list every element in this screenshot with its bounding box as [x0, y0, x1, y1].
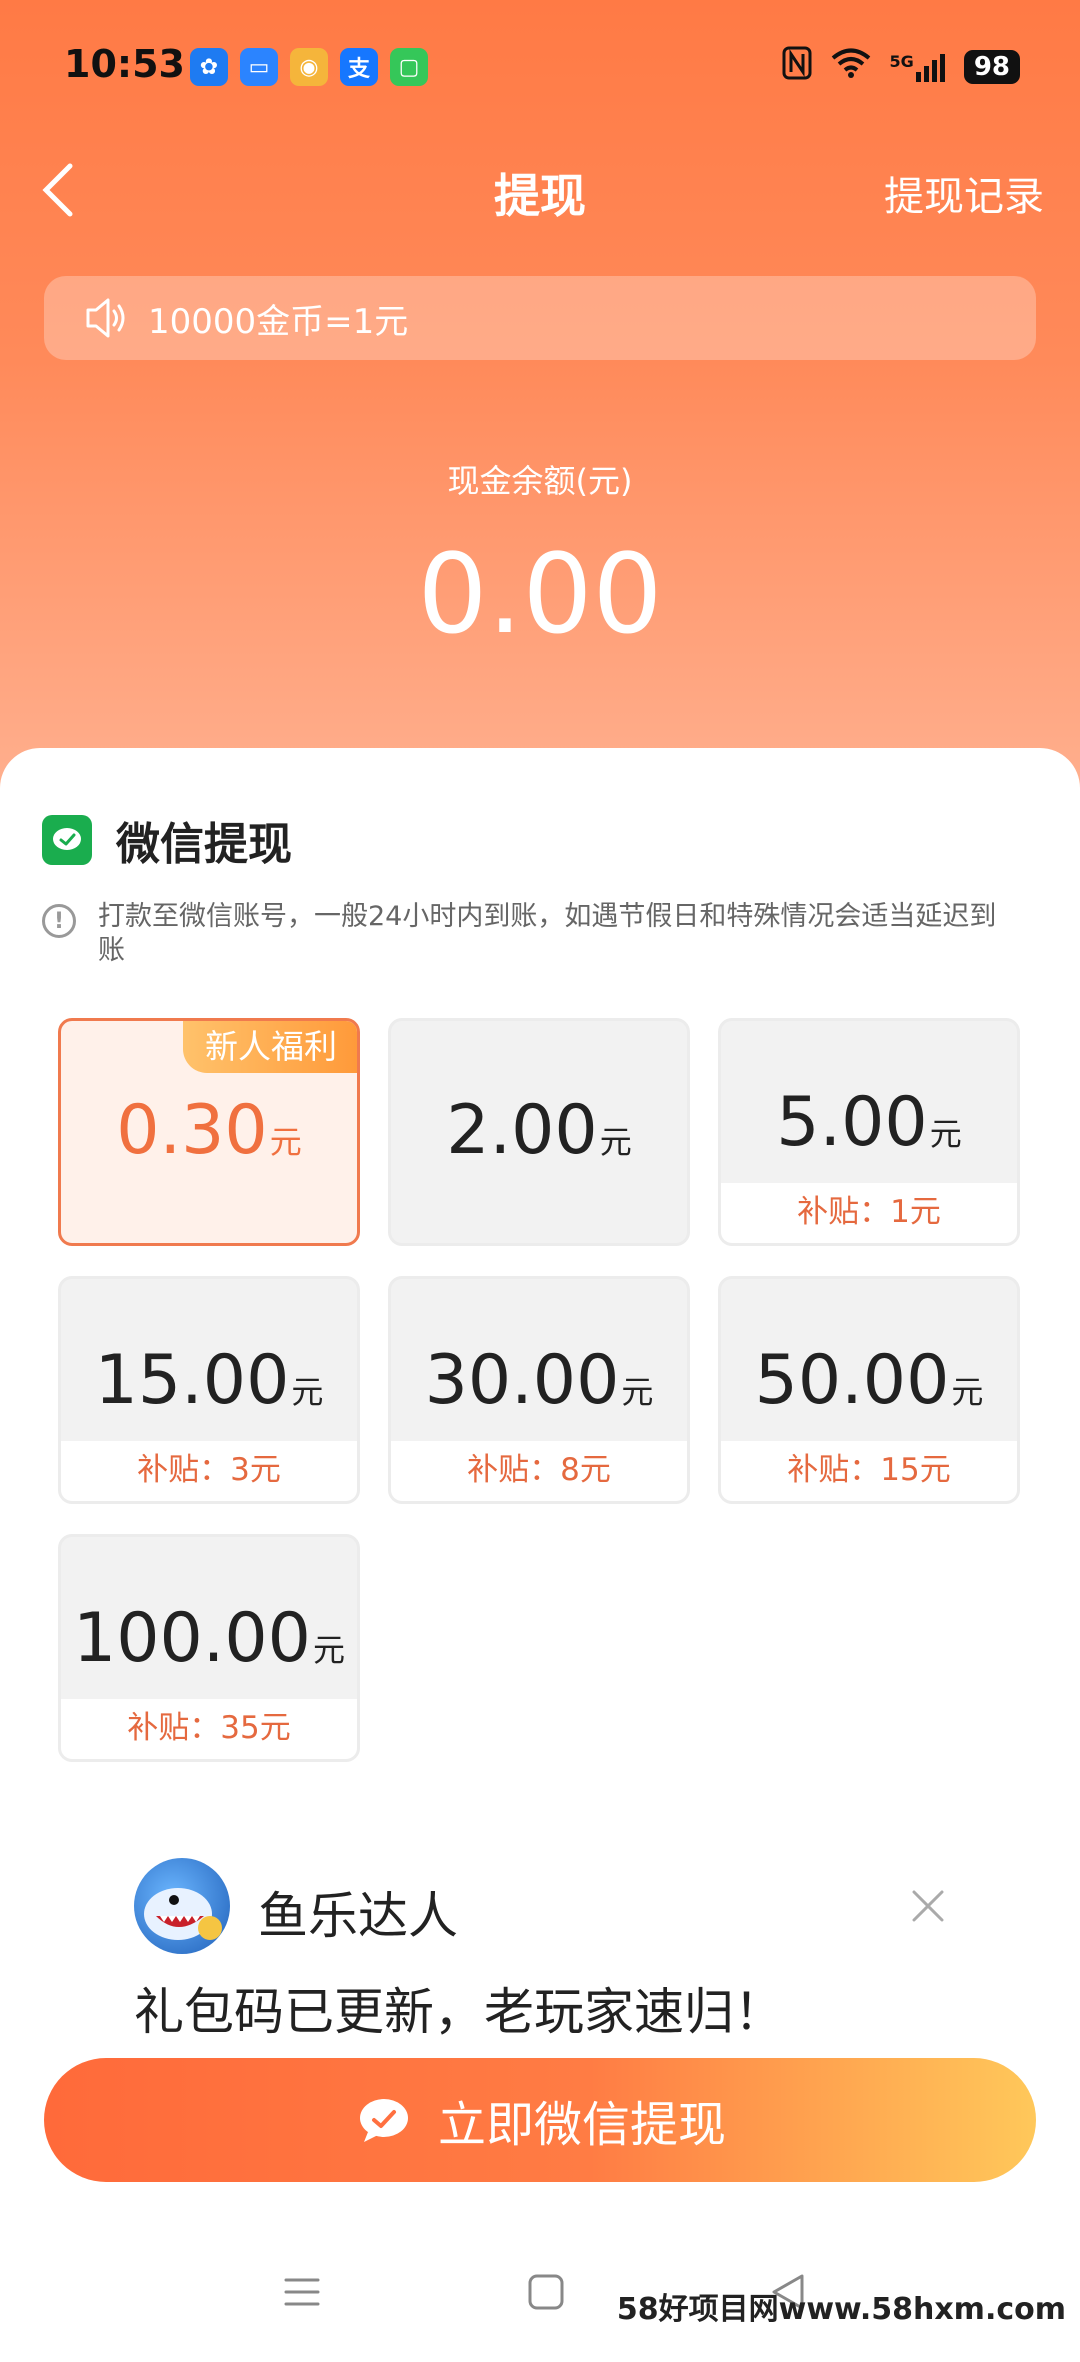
alipay-app-icon: 支	[340, 48, 378, 86]
home-square-icon	[528, 2274, 564, 2310]
subsidy-label: 补贴：8元	[391, 1441, 687, 1501]
wechat-icon	[42, 815, 92, 865]
wechat-withdraw-header: 微信提现	[42, 808, 292, 872]
network-type: 5G	[889, 52, 914, 71]
amount-option[interactable]: 50.00元补贴：15元	[718, 1276, 1020, 1504]
amount-option[interactable]: 30.00元补贴：8元	[388, 1276, 690, 1504]
amount-number: 2.00	[446, 1091, 598, 1170]
amount-option[interactable]: 15.00元补贴：3元	[58, 1276, 360, 1504]
subsidy-label: 补贴：3元	[61, 1441, 357, 1501]
speaker-icon	[86, 298, 125, 338]
info-icon: !	[42, 904, 76, 938]
amount-number: 100.00	[73, 1599, 311, 1678]
status-time: 10:53	[64, 42, 185, 86]
amount-value: 100.00元	[61, 1599, 357, 1678]
amount-number: 15.00	[94, 1341, 290, 1420]
amount-unit: 元	[951, 1373, 984, 1411]
new-user-badge: 新人福利	[183, 1021, 357, 1073]
amount-value: 50.00元	[721, 1341, 1017, 1420]
withdraw-panel: 微信提现 ! 打款至微信账号，一般24小时内到账，如遇节假日和特殊情况会适当延迟…	[0, 748, 1080, 2362]
amount-number: 5.00	[776, 1083, 928, 1162]
withdraw-tip-text: 打款至微信账号，一般24小时内到账，如遇节假日和特殊情况会适当延迟到账	[98, 901, 997, 966]
pinwheel-app-icon: ✿	[190, 48, 228, 86]
exchange-rate-notice: 10000金币=1元	[44, 276, 1036, 360]
wifi-icon	[830, 47, 872, 87]
amount-value: 2.00元	[391, 1091, 687, 1170]
amount-option[interactable]: 5.00元补贴：1元	[718, 1018, 1020, 1246]
status-bar: 10:53 ✿ ▭ ◉ 支 ▢ 5G 98	[0, 40, 1080, 90]
amount-option[interactable]: 新人福利 0.30元	[58, 1018, 360, 1246]
cellular-signal-icon: 5G	[890, 52, 946, 82]
amount-number: 50.00	[754, 1341, 950, 1420]
ad-banner[interactable]: 鱼乐达人 礼包码已更新，老玩家速归！	[0, 1848, 1080, 2048]
ad-message: 礼包码已更新，老玩家速归！	[134, 1983, 784, 2041]
amount-option[interactable]: 2.00元	[388, 1018, 690, 1246]
message-app-icon: ▭	[240, 48, 278, 86]
amount-value: 15.00元	[61, 1341, 357, 1420]
battery-indicator: 98	[963, 50, 1020, 84]
amount-option[interactable]: 100.00元补贴：35元	[58, 1534, 360, 1762]
nfc-icon	[782, 46, 812, 88]
withdraw-now-button[interactable]: 立即微信提现	[44, 2058, 1036, 2182]
menu-button[interactable]	[280, 2270, 324, 2314]
header-background	[0, 0, 1080, 800]
withdraw-history-link[interactable]: 提现记录	[884, 164, 1044, 222]
balance-value: 0.00	[417, 530, 663, 658]
shark-avatar	[134, 1858, 230, 1954]
subsidy-label: 补贴：1元	[721, 1183, 1017, 1243]
amount-unit: 元	[291, 1373, 324, 1411]
amount-unit: 元	[929, 1115, 962, 1153]
system-icons: 5G 98	[782, 46, 1020, 88]
top-navigation: 提现 提现记录	[0, 140, 1080, 240]
close-icon	[912, 1890, 944, 1922]
ad-close-button[interactable]	[906, 1884, 950, 1928]
weibo-app-icon: ◉	[290, 48, 328, 86]
system-navigation-bar: 58好项目网www.58hxm.com	[0, 2260, 1080, 2330]
amount-number: 0.30	[116, 1091, 268, 1170]
amount-number: 30.00	[424, 1341, 620, 1420]
amount-unit: 元	[599, 1123, 632, 1161]
amount-unit: 元	[269, 1123, 302, 1161]
subsidy-label: 补贴：15元	[721, 1441, 1017, 1501]
balance-label: 现金余额(元)	[447, 462, 633, 500]
chat-app-icon: ▢	[390, 48, 428, 86]
withdraw-tip: ! 打款至微信账号，一般24小时内到账，如遇节假日和特殊情况会适当延迟到账	[42, 900, 1002, 968]
section-title: 微信提现	[116, 819, 292, 870]
withdraw-now-label: 立即微信提现	[437, 2097, 726, 2153]
notification-app-icons: ✿ ▭ ◉ 支 ▢	[190, 48, 428, 86]
watermark-text: 58好项目网www.58hxm.com	[616, 2292, 1066, 2327]
exchange-rate-text: 10000金币=1元	[148, 301, 409, 342]
amount-unit: 元	[312, 1631, 345, 1669]
amount-value: 30.00元	[391, 1341, 687, 1420]
amount-value: 5.00元	[721, 1083, 1017, 1162]
ad-app-name: 鱼乐达人	[258, 1887, 458, 1945]
amount-value: 0.30元	[61, 1091, 357, 1170]
subsidy-label: 补贴：35元	[61, 1699, 357, 1759]
home-button[interactable]	[524, 2270, 568, 2314]
wechat-chat-icon	[359, 2099, 408, 2142]
menu-icon	[284, 2278, 320, 2306]
amount-unit: 元	[621, 1373, 654, 1411]
